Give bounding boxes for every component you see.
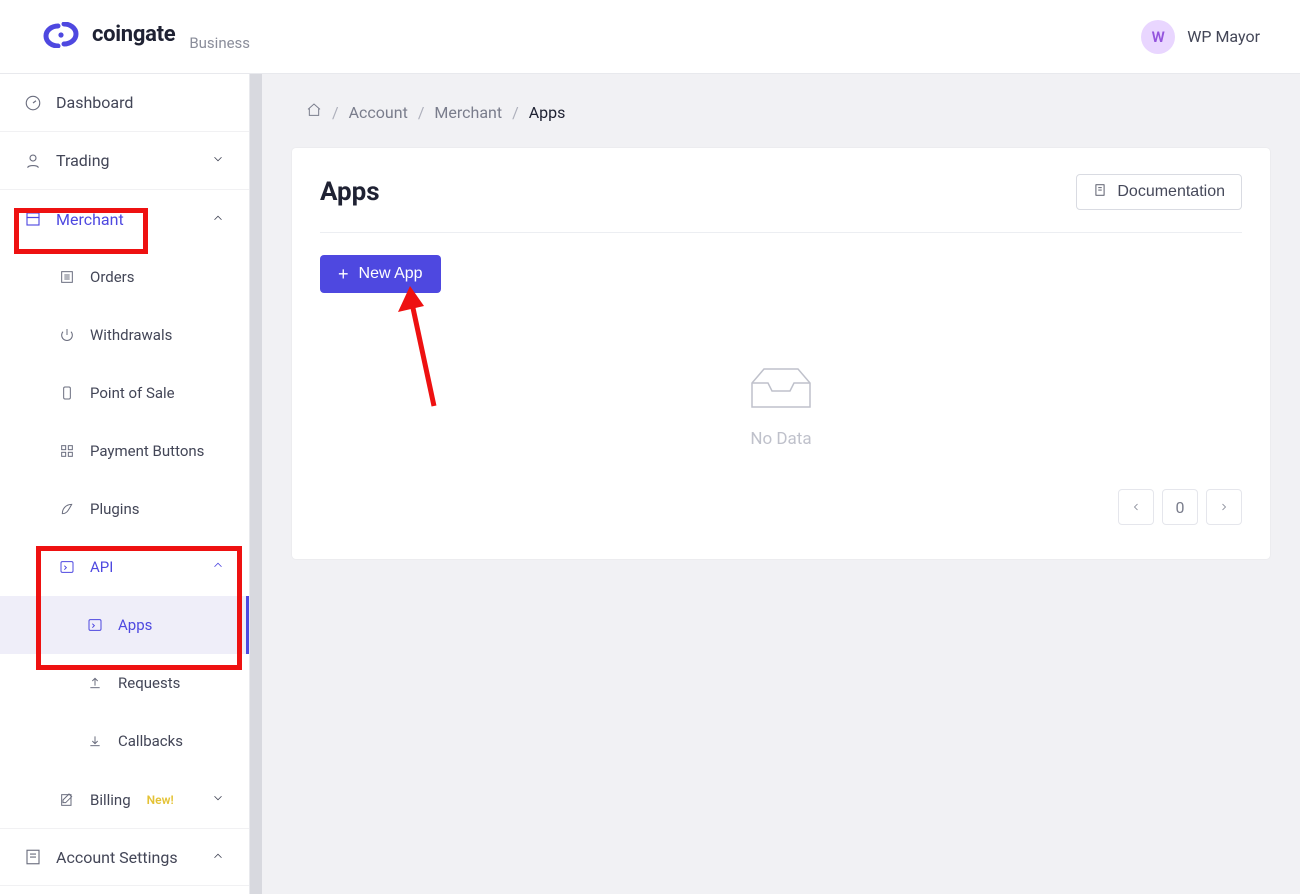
sidebar-item-label: Apps: [118, 616, 152, 634]
header: coingate Business W WP Mayor: [0, 0, 1300, 74]
documentation-button[interactable]: Documentation: [1076, 174, 1242, 210]
sidebar-item-account-settings[interactable]: Account Settings: [0, 828, 249, 886]
documentation-label: Documentation: [1117, 183, 1225, 201]
pagination: 0: [320, 489, 1242, 525]
chevron-up-icon: [211, 558, 225, 576]
inbox-icon: [742, 363, 820, 415]
sidebar-item-label: Orders: [90, 268, 135, 286]
no-data-text: No Data: [750, 429, 811, 449]
breadcrumb-merchant[interactable]: Merchant: [434, 103, 502, 122]
sidebar-item-label: Plugins: [90, 500, 139, 518]
sidebar-item-orders[interactable]: Orders: [0, 248, 249, 306]
sidebar-item-merchant[interactable]: Merchant: [0, 190, 249, 248]
user-name: WP Mayor: [1187, 27, 1260, 46]
sidebar-item-apps[interactable]: Apps: [0, 596, 249, 654]
breadcrumb-separator: /: [418, 103, 425, 122]
user-menu[interactable]: W WP Mayor: [1141, 20, 1260, 54]
settings-icon: [24, 848, 42, 866]
terminal-icon: [86, 616, 104, 634]
device-icon: [58, 384, 76, 402]
brand-logo[interactable]: coingate: [40, 22, 175, 48]
list-icon: [58, 268, 76, 286]
sidebar: Dashboard Trading Merchant: [0, 74, 250, 894]
home-icon[interactable]: [306, 102, 322, 122]
avatar: W: [1141, 20, 1175, 54]
pagination-page: 0: [1162, 489, 1198, 525]
sidebar-item-label: Merchant: [56, 210, 124, 229]
breadcrumb-separator: /: [332, 103, 339, 122]
grid-icon: [58, 442, 76, 460]
download-icon: [86, 732, 104, 750]
main-content: / Account / Merchant / Apps Apps Documen…: [262, 74, 1300, 894]
header-left: coingate Business: [40, 22, 250, 52]
sidebar-item-label: Point of Sale: [90, 384, 175, 402]
new-app-label: New App: [359, 265, 423, 283]
sidebar-item-label: Trading: [56, 151, 110, 170]
sidebar-item-label: Requests: [118, 674, 180, 692]
empty-state: No Data: [320, 363, 1242, 449]
account-type: Business: [189, 34, 250, 52]
sidebar-item-trading[interactable]: Trading: [0, 132, 249, 190]
sidebar-item-label: Callbacks: [118, 732, 183, 750]
pagination-next[interactable]: [1206, 489, 1242, 525]
chevron-down-icon: [211, 791, 225, 809]
sidebar-item-label: Account Settings: [56, 848, 178, 867]
page-title: Apps: [320, 177, 380, 207]
power-icon: [58, 326, 76, 344]
sidebar-item-requests[interactable]: Requests: [0, 654, 249, 712]
chevron-down-icon: [211, 151, 225, 170]
chevron-up-icon: [211, 210, 225, 229]
edit-icon: [58, 791, 76, 809]
apps-card: Apps Documentation + New App: [292, 148, 1270, 559]
sidebar-item-label: API: [90, 558, 113, 576]
sidebar-item-label: Payment Buttons: [90, 442, 204, 460]
new-app-button[interactable]: + New App: [320, 255, 441, 293]
breadcrumb: / Account / Merchant / Apps: [262, 74, 1300, 134]
rocket-icon: [58, 500, 76, 518]
new-badge: New!: [147, 793, 174, 807]
sidebar-item-pos[interactable]: Point of Sale: [0, 364, 249, 422]
card-header: Apps Documentation: [320, 174, 1242, 233]
scrollbar[interactable]: [250, 74, 262, 894]
sidebar-item-plugins[interactable]: Plugins: [0, 480, 249, 538]
pagination-prev[interactable]: [1118, 489, 1154, 525]
sidebar-item-withdrawals[interactable]: Withdrawals: [0, 306, 249, 364]
sidebar-item-billing[interactable]: Billing New!: [0, 770, 249, 828]
gauge-icon: [24, 94, 42, 112]
chevron-up-icon: [211, 848, 225, 867]
store-icon: [24, 210, 42, 228]
doc-icon: [1093, 183, 1107, 202]
sidebar-item-callbacks[interactable]: Callbacks: [0, 712, 249, 770]
sidebar-item-payment-buttons[interactable]: Payment Buttons: [0, 422, 249, 480]
sidebar-item-label: Billing: [90, 791, 131, 809]
logo-icon: [40, 22, 82, 48]
sidebar-item-label: Withdrawals: [90, 326, 172, 344]
breadcrumb-separator: /: [512, 103, 519, 122]
sidebar-item-label: Dashboard: [56, 93, 133, 112]
breadcrumb-current: Apps: [529, 103, 566, 122]
sidebar-item-dashboard[interactable]: Dashboard: [0, 74, 249, 132]
upload-icon: [86, 674, 104, 692]
breadcrumb-account[interactable]: Account: [349, 103, 408, 122]
brand-name: coingate: [92, 22, 175, 47]
terminal-icon: [58, 558, 76, 576]
sidebar-item-api[interactable]: API: [0, 538, 249, 596]
plus-icon: +: [338, 265, 349, 283]
user-icon: [24, 152, 42, 170]
